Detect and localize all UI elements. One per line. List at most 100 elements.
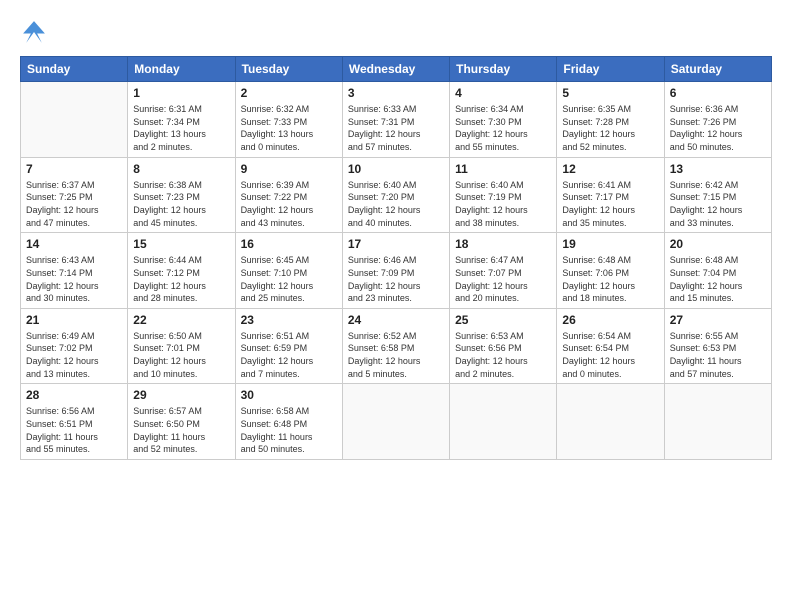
header	[20, 18, 772, 46]
calendar-cell: 12 Sunrise: 6:41 AM Sunset: 7:17 PM Dayli…	[557, 157, 664, 233]
calendar-week-5: 28 Sunrise: 6:56 AM Sunset: 6:51 PM Dayli…	[21, 384, 772, 460]
day-info: Sunrise: 6:51 AM Sunset: 6:59 PM Dayligh…	[241, 330, 337, 380]
day-info: Sunrise: 6:48 AM Sunset: 7:04 PM Dayligh…	[670, 254, 766, 304]
day-info: Sunrise: 6:55 AM Sunset: 6:53 PM Dayligh…	[670, 330, 766, 380]
day-number: 10	[348, 161, 444, 177]
day-info: Sunrise: 6:41 AM Sunset: 7:17 PM Dayligh…	[562, 179, 658, 229]
calendar-cell: 27 Sunrise: 6:55 AM Sunset: 6:53 PM Dayli…	[664, 308, 771, 384]
calendar-cell: 4 Sunrise: 6:34 AM Sunset: 7:30 PM Daylig…	[450, 82, 557, 158]
page: SundayMondayTuesdayWednesdayThursdayFrid…	[0, 0, 792, 612]
calendar-cell: 23 Sunrise: 6:51 AM Sunset: 6:59 PM Dayli…	[235, 308, 342, 384]
day-info: Sunrise: 6:45 AM Sunset: 7:10 PM Dayligh…	[241, 254, 337, 304]
logo	[20, 18, 52, 46]
day-number: 30	[241, 387, 337, 403]
weekday-header-saturday: Saturday	[664, 57, 771, 82]
calendar-cell	[450, 384, 557, 460]
calendar-cell: 6 Sunrise: 6:36 AM Sunset: 7:26 PM Daylig…	[664, 82, 771, 158]
calendar-cell: 1 Sunrise: 6:31 AM Sunset: 7:34 PM Daylig…	[128, 82, 235, 158]
calendar-cell: 30Sunrise: 6:58 AM Sunset: 6:48 PM Dayli…	[235, 384, 342, 460]
calendar-cell: 16 Sunrise: 6:45 AM Sunset: 7:10 PM Dayli…	[235, 233, 342, 309]
weekday-header-tuesday: Tuesday	[235, 57, 342, 82]
calendar-week-4: 21 Sunrise: 6:49 AM Sunset: 7:02 PM Dayli…	[21, 308, 772, 384]
day-number: 2	[241, 85, 337, 101]
calendar-cell: 7Sunrise: 6:37 AM Sunset: 7:25 PM Daylig…	[21, 157, 128, 233]
calendar-cell: 17 Sunrise: 6:46 AM Sunset: 7:09 PM Dayli…	[342, 233, 449, 309]
calendar-week-3: 14 Sunrise: 6:43 AM Sunset: 7:14 PM Dayli…	[21, 233, 772, 309]
day-number: 16	[241, 236, 337, 252]
calendar-cell	[21, 82, 128, 158]
day-info: Sunrise: 6:35 AM Sunset: 7:28 PM Dayligh…	[562, 103, 658, 153]
day-info: Sunrise: 6:43 AM Sunset: 7:14 PM Dayligh…	[26, 254, 122, 304]
day-info: Sunrise: 6:52 AM Sunset: 6:58 PM Dayligh…	[348, 330, 444, 380]
day-info: Sunrise: 6:57 AM Sunset: 6:50 PM Dayligh…	[133, 405, 229, 455]
calendar-cell: 25 Sunrise: 6:53 AM Sunset: 6:56 PM Dayli…	[450, 308, 557, 384]
day-number: 20	[670, 236, 766, 252]
day-number: 12	[562, 161, 658, 177]
calendar-cell: 9 Sunrise: 6:39 AM Sunset: 7:22 PM Daylig…	[235, 157, 342, 233]
calendar-cell	[342, 384, 449, 460]
calendar-body: 1 Sunrise: 6:31 AM Sunset: 7:34 PM Daylig…	[21, 82, 772, 460]
day-info: Sunrise: 6:34 AM Sunset: 7:30 PM Dayligh…	[455, 103, 551, 153]
day-number: 8	[133, 161, 229, 177]
day-info: Sunrise: 6:42 AM Sunset: 7:15 PM Dayligh…	[670, 179, 766, 229]
day-info: Sunrise: 6:53 AM Sunset: 6:56 PM Dayligh…	[455, 330, 551, 380]
day-info: Sunrise: 6:47 AM Sunset: 7:07 PM Dayligh…	[455, 254, 551, 304]
day-number: 17	[348, 236, 444, 252]
day-number: 19	[562, 236, 658, 252]
day-number: 21	[26, 312, 122, 328]
day-number: 7	[26, 161, 122, 177]
calendar-week-1: 1 Sunrise: 6:31 AM Sunset: 7:34 PM Daylig…	[21, 82, 772, 158]
weekday-row: SundayMondayTuesdayWednesdayThursdayFrid…	[21, 57, 772, 82]
day-number: 23	[241, 312, 337, 328]
day-info: Sunrise: 6:56 AM Sunset: 6:51 PM Dayligh…	[26, 405, 122, 455]
day-number: 5	[562, 85, 658, 101]
calendar-cell: 29Sunrise: 6:57 AM Sunset: 6:50 PM Dayli…	[128, 384, 235, 460]
day-number: 3	[348, 85, 444, 101]
day-number: 4	[455, 85, 551, 101]
calendar-cell	[664, 384, 771, 460]
day-info: Sunrise: 6:40 AM Sunset: 7:20 PM Dayligh…	[348, 179, 444, 229]
day-number: 6	[670, 85, 766, 101]
day-number: 11	[455, 161, 551, 177]
calendar-cell: 20 Sunrise: 6:48 AM Sunset: 7:04 PM Dayli…	[664, 233, 771, 309]
calendar-cell: 2 Sunrise: 6:32 AM Sunset: 7:33 PM Daylig…	[235, 82, 342, 158]
logo-icon	[20, 18, 48, 46]
day-number: 25	[455, 312, 551, 328]
calendar-cell	[557, 384, 664, 460]
weekday-header-sunday: Sunday	[21, 57, 128, 82]
day-number: 18	[455, 236, 551, 252]
day-number: 15	[133, 236, 229, 252]
day-number: 26	[562, 312, 658, 328]
day-info: Sunrise: 6:49 AM Sunset: 7:02 PM Dayligh…	[26, 330, 122, 380]
day-number: 14	[26, 236, 122, 252]
calendar-cell: 14 Sunrise: 6:43 AM Sunset: 7:14 PM Dayli…	[21, 233, 128, 309]
calendar-table: SundayMondayTuesdayWednesdayThursdayFrid…	[20, 56, 772, 460]
day-info: Sunrise: 6:38 AM Sunset: 7:23 PM Dayligh…	[133, 179, 229, 229]
day-number: 28	[26, 387, 122, 403]
day-number: 1	[133, 85, 229, 101]
calendar-cell: 8 Sunrise: 6:38 AM Sunset: 7:23 PM Daylig…	[128, 157, 235, 233]
calendar-cell: 24Sunrise: 6:52 AM Sunset: 6:58 PM Dayli…	[342, 308, 449, 384]
weekday-header-wednesday: Wednesday	[342, 57, 449, 82]
calendar-cell: 5 Sunrise: 6:35 AM Sunset: 7:28 PM Daylig…	[557, 82, 664, 158]
calendar-header: SundayMondayTuesdayWednesdayThursdayFrid…	[21, 57, 772, 82]
day-info: Sunrise: 6:50 AM Sunset: 7:01 PM Dayligh…	[133, 330, 229, 380]
day-info: Sunrise: 6:48 AM Sunset: 7:06 PM Dayligh…	[562, 254, 658, 304]
day-info: Sunrise: 6:39 AM Sunset: 7:22 PM Dayligh…	[241, 179, 337, 229]
day-number: 9	[241, 161, 337, 177]
day-number: 27	[670, 312, 766, 328]
weekday-header-thursday: Thursday	[450, 57, 557, 82]
calendar-cell: 22Sunrise: 6:50 AM Sunset: 7:01 PM Dayli…	[128, 308, 235, 384]
calendar-cell: 21 Sunrise: 6:49 AM Sunset: 7:02 PM Dayli…	[21, 308, 128, 384]
day-info: Sunrise: 6:31 AM Sunset: 7:34 PM Dayligh…	[133, 103, 229, 153]
calendar-cell: 11Sunrise: 6:40 AM Sunset: 7:19 PM Dayli…	[450, 157, 557, 233]
day-info: Sunrise: 6:46 AM Sunset: 7:09 PM Dayligh…	[348, 254, 444, 304]
day-number: 13	[670, 161, 766, 177]
day-info: Sunrise: 6:36 AM Sunset: 7:26 PM Dayligh…	[670, 103, 766, 153]
day-info: Sunrise: 6:32 AM Sunset: 7:33 PM Dayligh…	[241, 103, 337, 153]
day-info: Sunrise: 6:44 AM Sunset: 7:12 PM Dayligh…	[133, 254, 229, 304]
calendar-cell: 26Sunrise: 6:54 AM Sunset: 6:54 PM Dayli…	[557, 308, 664, 384]
calendar-cell: 3Sunrise: 6:33 AM Sunset: 7:31 PM Daylig…	[342, 82, 449, 158]
calendar-cell: 15 Sunrise: 6:44 AM Sunset: 7:12 PM Dayli…	[128, 233, 235, 309]
calendar-week-2: 7Sunrise: 6:37 AM Sunset: 7:25 PM Daylig…	[21, 157, 772, 233]
